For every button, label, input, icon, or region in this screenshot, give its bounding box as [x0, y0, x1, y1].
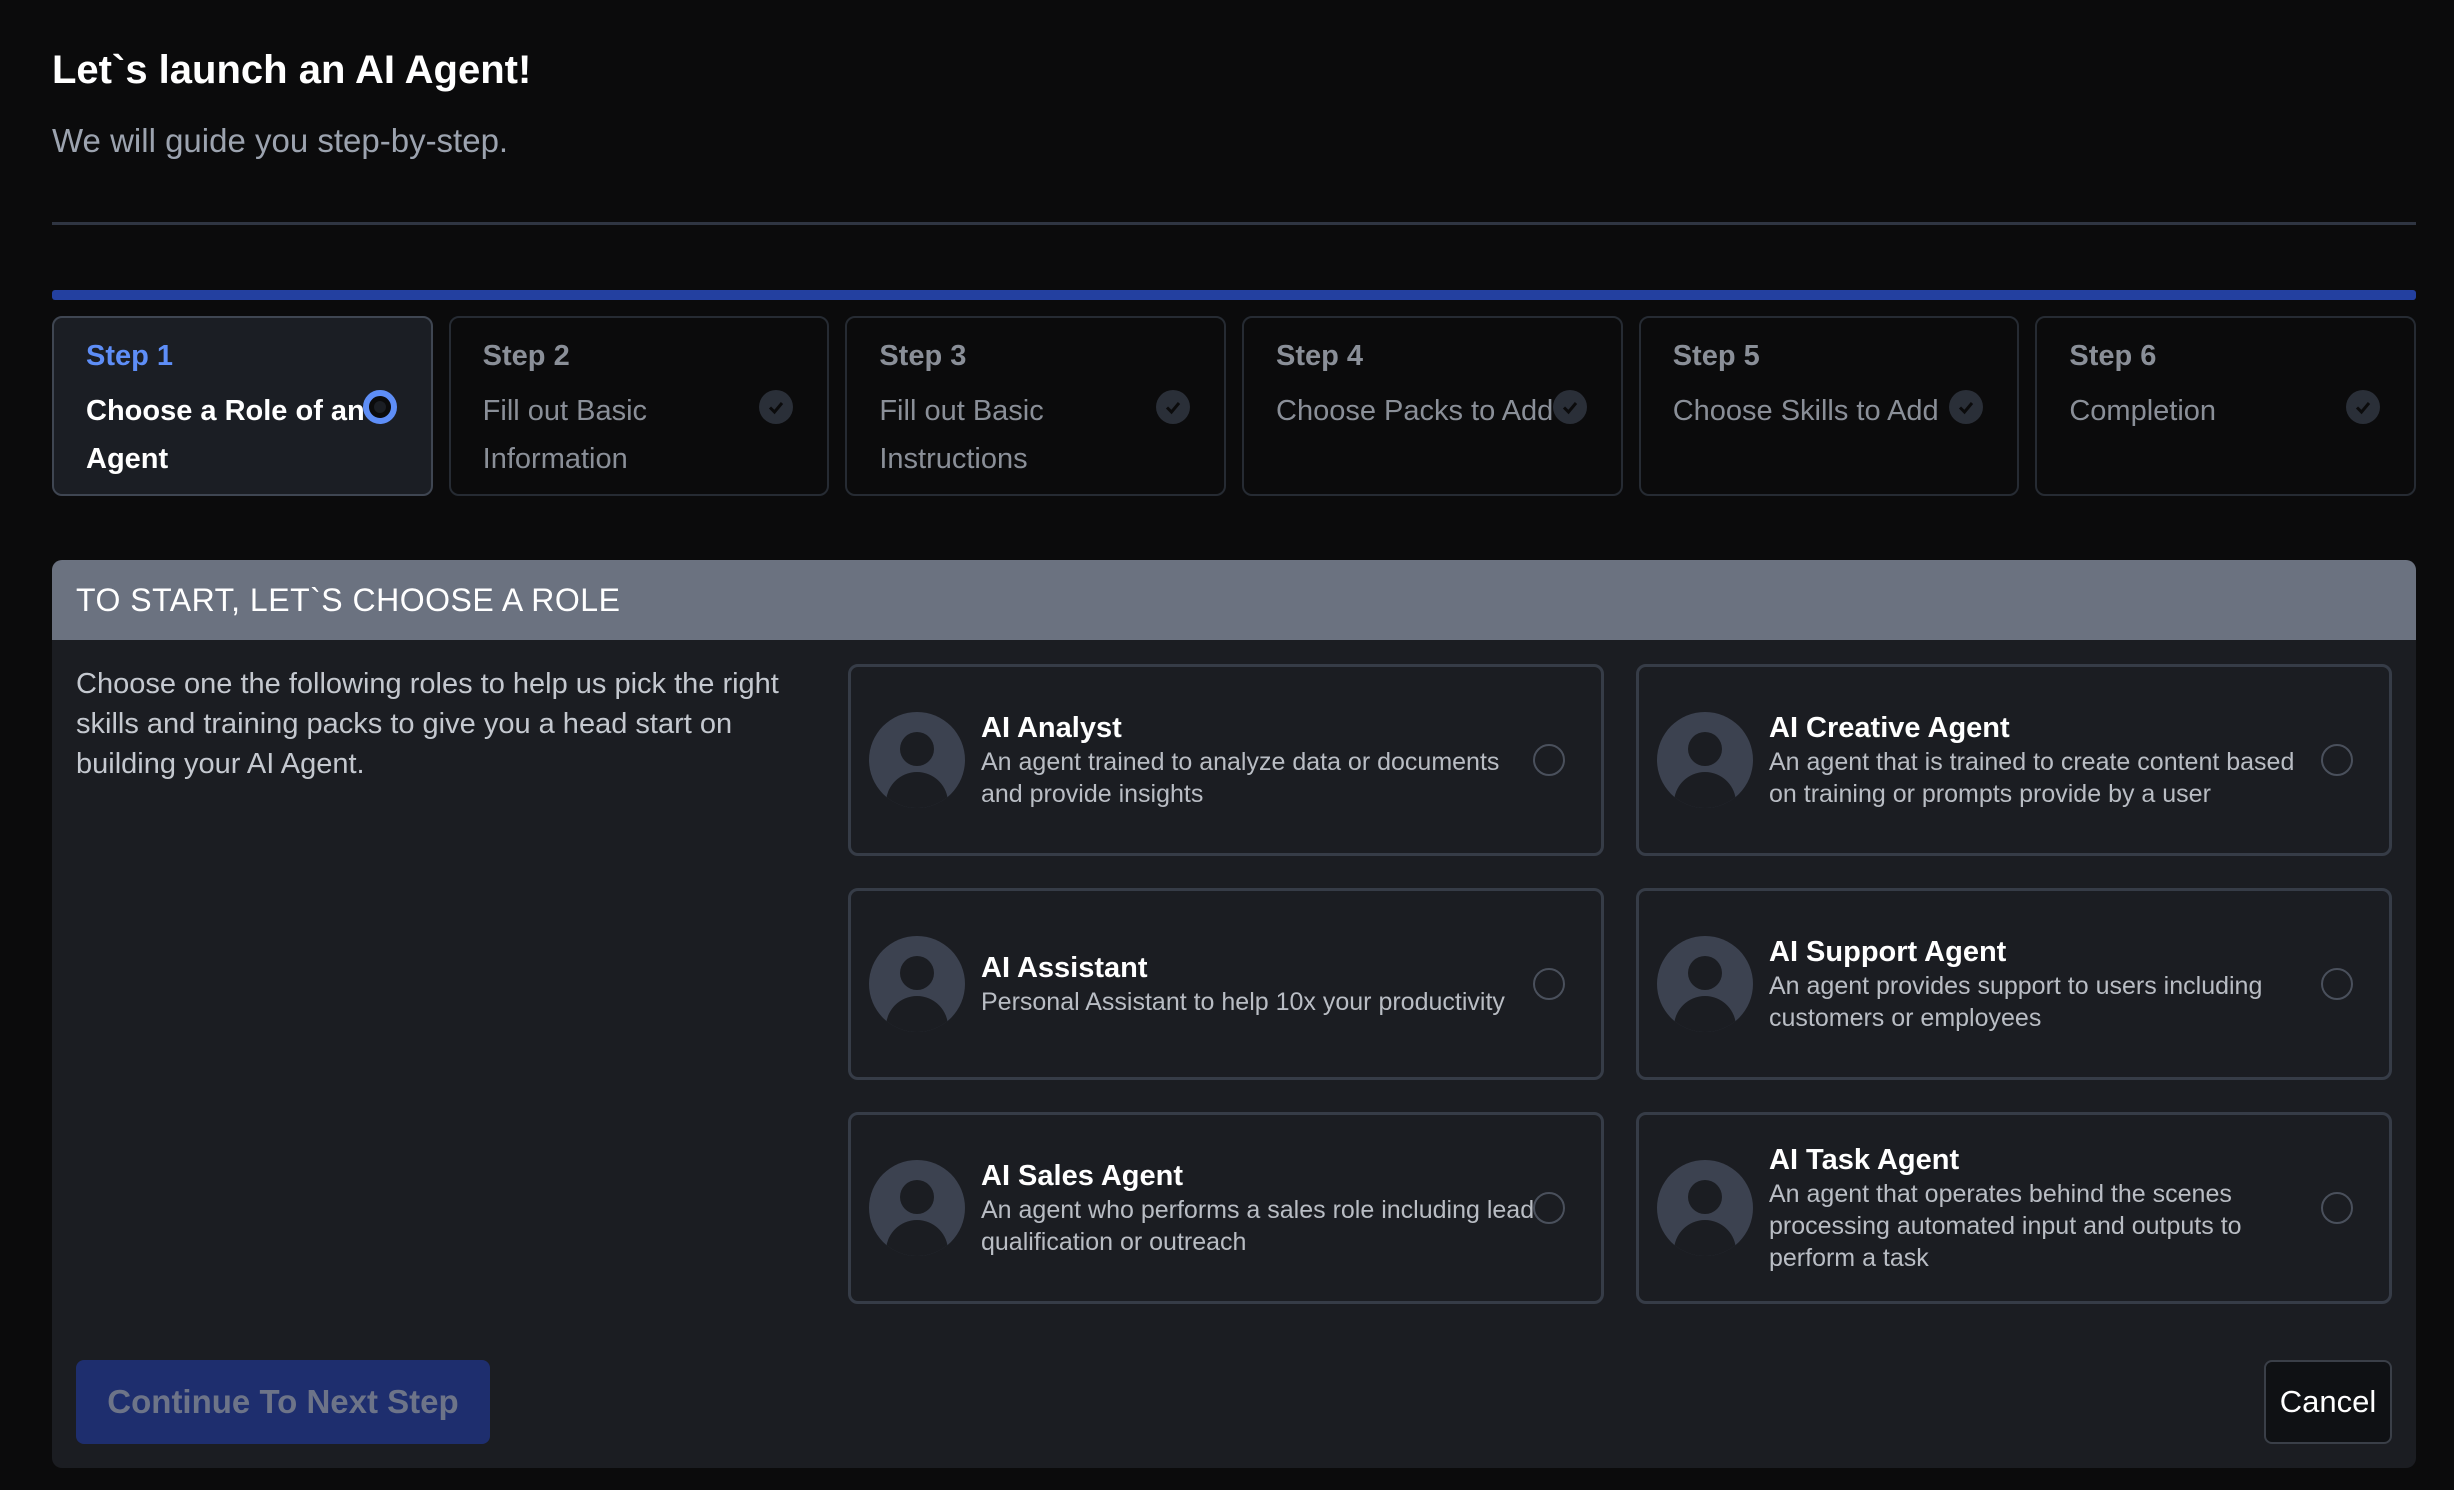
page-title: Let`s launch an AI Agent! [52, 48, 532, 92]
step-6[interactable]: Step 6 Completion [2035, 316, 2417, 496]
role-description: An agent who performs a sales role inclu… [981, 1196, 1535, 1256]
check-circle-icon [759, 390, 794, 424]
radio-icon[interactable] [2321, 1192, 2353, 1224]
step-label: Choose Skills to Add [1672, 395, 1939, 427]
role-card-ai-creative-agent[interactable]: AI Creative Agent An agent that is train… [1636, 664, 2392, 856]
role-title: AI Sales Agent [981, 1160, 1183, 1192]
step-number: Step 1 [86, 340, 174, 372]
progress-bar [52, 290, 2416, 300]
role-title: AI Support Agent [1769, 936, 2007, 968]
check-circle-icon [2346, 390, 2381, 424]
check-circle-icon [1156, 390, 1191, 424]
panel-heading: TO START, LET`S CHOOSE A ROLE [52, 560, 2416, 640]
step-number: Step 6 [2069, 340, 2157, 372]
user-avatar-icon [1657, 1160, 1753, 1256]
step-label: Completion [2069, 395, 2217, 427]
user-avatar-icon [1657, 936, 1753, 1032]
role-title: AI Creative Agent [1769, 712, 2010, 744]
check-circle-icon [1949, 390, 1984, 424]
step-number: Step 4 [1276, 340, 1364, 372]
radio-selected-icon [362, 390, 397, 424]
step-number: Step 5 [1672, 340, 1760, 372]
role-title: AI Analyst [981, 712, 1122, 744]
page-subtitle: We will guide you step-by-step. [52, 122, 509, 159]
role-description: An agent that operates behind the scenes… [1769, 1180, 2242, 1272]
role-card-ai-sales-agent[interactable]: AI Sales Agent An agent who performs a s… [848, 1112, 1604, 1304]
continue-button[interactable]: Continue To Next Step [76, 1360, 490, 1444]
step-label: Fill out Basic Information [482, 395, 648, 475]
role-card-ai-assistant[interactable]: AI Assistant Personal Assistant to help … [848, 888, 1604, 1080]
step-label: Choose Packs to Add [1276, 395, 1554, 427]
panel-intro: Choose one the following roles to help u… [76, 668, 779, 780]
radio-icon[interactable] [1533, 968, 1565, 1000]
radio-icon[interactable] [2321, 968, 2353, 1000]
role-description: An agent provides support to users inclu… [1769, 972, 2263, 1032]
role-description: An agent that is trained to create conte… [1769, 748, 2295, 808]
role-card-ai-analyst[interactable]: AI Analyst An agent trained to analyze d… [848, 664, 1604, 856]
radio-icon[interactable] [1533, 1192, 1565, 1224]
radio-icon[interactable] [2321, 744, 2353, 776]
role-card-ai-task-agent[interactable]: AI Task Agent An agent that operates beh… [1636, 1112, 2392, 1304]
role-description: An agent trained to analyze data or docu… [981, 748, 1500, 808]
role-description: Personal Assistant to help 10x your prod… [981, 988, 1505, 1016]
role-card-ai-support-agent[interactable]: AI Support Agent An agent provides suppo… [1636, 888, 2392, 1080]
step-1[interactable]: Step 1 Choose a Role of an Agent [52, 316, 433, 496]
user-avatar-icon [1657, 712, 1753, 808]
step-number: Step 3 [879, 340, 967, 372]
role-title: AI Assistant [981, 952, 1148, 984]
check-circle-icon [1552, 390, 1587, 424]
user-avatar-icon [869, 1160, 965, 1256]
header-divider [52, 222, 2416, 225]
step-number: Step 2 [482, 340, 570, 372]
step-3[interactable]: Step 3 Fill out Basic Instructions [845, 316, 1227, 496]
step-label: Choose a Role of an Agent [86, 395, 365, 475]
role-title: AI Task Agent [1769, 1144, 1960, 1176]
radio-icon[interactable] [1533, 744, 1565, 776]
role-grid: AI Analyst An agent trained to analyze d… [848, 664, 2392, 1304]
stepper: Step 1 Choose a Role of an Agent Step 2 … [52, 316, 2417, 496]
step-4[interactable]: Step 4 Choose Packs to Add [1242, 316, 1623, 496]
step-2[interactable]: Step 2 Fill out Basic Information [448, 316, 830, 496]
cancel-button[interactable]: Cancel [2264, 1360, 2392, 1444]
role-panel: TO START, LET`S CHOOSE A ROLE Choose one… [52, 560, 2416, 1468]
user-avatar-icon [869, 936, 965, 1032]
user-avatar-icon [869, 712, 965, 808]
step-5[interactable]: Step 5 Choose Skills to Add [1638, 316, 2020, 496]
step-label: Fill out Basic Instructions [879, 395, 1044, 475]
